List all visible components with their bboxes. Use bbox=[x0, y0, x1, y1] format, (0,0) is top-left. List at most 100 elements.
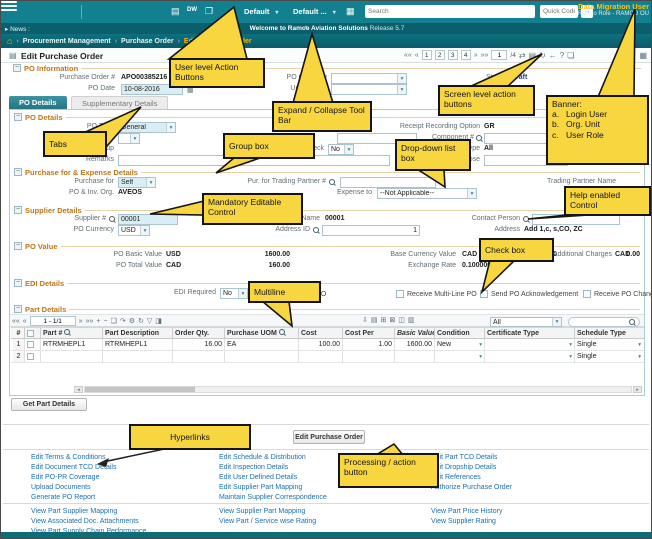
search-input[interactable] bbox=[365, 5, 535, 18]
hyperlink[interactable]: Edit PO-PR Coverage bbox=[31, 473, 116, 483]
grid-column-filter-dropdown[interactable]: All▾ bbox=[490, 317, 562, 327]
breadcrumb-item[interactable]: Edit Purchase Order bbox=[184, 38, 252, 45]
cell-purchase-uom[interactable] bbox=[225, 351, 299, 362]
cell-order-qty[interactable] bbox=[173, 351, 225, 362]
hamburger-menu-icon[interactable] bbox=[1, 1, 17, 13]
cell-cost[interactable] bbox=[299, 351, 343, 362]
hyperlink[interactable]: View Supplier Rating bbox=[431, 517, 502, 527]
chevron-down-icon[interactable]: ▾ bbox=[130, 134, 139, 143]
grid-download-icon[interactable]: ⇩ bbox=[362, 316, 368, 324]
refresh-icon[interactable]: ↻ bbox=[539, 51, 546, 60]
edit-purchase-order-button[interactable]: Edit Purchase Order bbox=[293, 430, 365, 444]
grid-view-icon[interactable]: ▦ bbox=[639, 51, 647, 60]
cell-condition-dropdown[interactable]: ▾ bbox=[435, 351, 485, 362]
row-checkbox[interactable] bbox=[27, 341, 34, 348]
page-1-button[interactable]: 1 bbox=[422, 50, 432, 60]
grid-last-icon[interactable]: »» bbox=[86, 318, 94, 325]
col-basic-value[interactable]: Basic Value bbox=[395, 328, 435, 338]
collapse-section-icon[interactable]: − bbox=[14, 242, 22, 250]
swap-icon[interactable]: ⇄ bbox=[519, 51, 526, 60]
collapse-section-icon[interactable]: − bbox=[14, 113, 22, 121]
help-icon[interactable]: ? bbox=[560, 51, 564, 60]
cell-schedule-dropdown[interactable]: Single▾ bbox=[575, 339, 643, 350]
cell-schedule-dropdown[interactable]: Single▾ bbox=[575, 351, 643, 362]
cell-certificate-dropdown[interactable]: ▾ bbox=[485, 351, 575, 362]
chevron-down-icon[interactable]: ▾ bbox=[479, 354, 482, 360]
col-select-all[interactable] bbox=[25, 328, 41, 338]
grid-settings-icon[interactable]: ⚙ bbox=[129, 317, 135, 325]
hyperlink[interactable]: Edit Dropship Details bbox=[431, 463, 512, 473]
grid-pager[interactable]: 1 - 1/1 bbox=[30, 316, 76, 326]
grid-filter-icon[interactable]: ▽ bbox=[147, 317, 152, 325]
tab-po-details[interactable]: PO Details bbox=[9, 96, 67, 109]
cell-part-description[interactable]: RTRMHEPL1 bbox=[103, 339, 173, 350]
checkbox[interactable] bbox=[396, 290, 404, 298]
chevron-down-icon[interactable]: ▾ bbox=[569, 354, 572, 360]
collapse-section-icon[interactable]: − bbox=[14, 206, 22, 214]
cell-part[interactable]: RTRMHEPL1 bbox=[41, 339, 103, 350]
hyperlink[interactable]: View Part Price History bbox=[431, 507, 502, 517]
chevron-down-icon[interactable]: ▾ bbox=[569, 342, 572, 348]
po-type-dropdown[interactable]: General▾ bbox=[118, 122, 176, 133]
hyperlink[interactable]: Edit Terms & Conditions bbox=[31, 453, 116, 463]
cell-cost-per[interactable]: 1.00 bbox=[343, 339, 395, 350]
trading-partner-input[interactable] bbox=[340, 177, 436, 188]
col-purchase-uom[interactable]: Purchase UOM bbox=[225, 328, 299, 338]
cell-certificate-dropdown[interactable]: ▾ bbox=[485, 339, 575, 350]
chevron-down-icon[interactable]: ▾ bbox=[146, 178, 155, 187]
grid-export5-icon[interactable]: ▥ bbox=[408, 316, 415, 324]
hyperlink[interactable]: Edit Inspection Details bbox=[219, 463, 327, 473]
supplier-lens-icon[interactable] bbox=[109, 216, 116, 224]
hyperlink[interactable]: Maintain Supplier Correspondence bbox=[219, 493, 327, 503]
chevron-down-icon[interactable]: ▾ bbox=[397, 85, 406, 94]
select-all-checkbox[interactable] bbox=[27, 330, 34, 337]
hscroll-right-icon[interactable]: ▸ bbox=[633, 386, 642, 393]
col-part[interactable]: Part # bbox=[41, 328, 103, 338]
current-page-input[interactable] bbox=[491, 50, 507, 60]
col-order-qty[interactable]: Order Qty. bbox=[173, 328, 225, 338]
cell-order-qty[interactable]: 16.00 bbox=[173, 339, 225, 350]
cell-purchase-uom[interactable]: EA bbox=[225, 339, 299, 350]
add-row-icon[interactable]: + bbox=[96, 318, 100, 325]
edi-required-dropdown[interactable]: No▾ bbox=[220, 288, 248, 299]
grid-export2-icon[interactable]: ⊞ bbox=[381, 316, 387, 324]
get-part-details-button[interactable]: Get Part Details bbox=[11, 398, 87, 411]
user-status-dropdown[interactable]: ▾ bbox=[331, 84, 407, 95]
grid-first-icon[interactable]: «« bbox=[12, 318, 20, 325]
trading-partner-lens-icon[interactable] bbox=[329, 179, 336, 187]
col-schedule-type[interactable]: Schedule Type bbox=[575, 328, 643, 338]
purchase-for-dropdown[interactable]: Self▾ bbox=[118, 177, 156, 188]
hyperlink[interactable]: Edit Document TCD Details bbox=[31, 463, 116, 473]
back-icon[interactable]: ← bbox=[549, 51, 557, 60]
grid-prev-icon[interactable]: « bbox=[23, 318, 27, 325]
paste-row-icon[interactable]: ↷ bbox=[120, 317, 126, 325]
report-icon[interactable]: ▤ bbox=[171, 6, 180, 17]
toolbar-collapse-icon[interactable]: ˄ bbox=[304, 25, 308, 32]
col-part-description[interactable]: Part Description bbox=[103, 328, 173, 338]
scrollbar-thumb[interactable] bbox=[85, 387, 195, 392]
cell-part[interactable] bbox=[41, 351, 103, 362]
po-currency-dropdown[interactable]: USD▾ bbox=[118, 225, 150, 236]
hyperlink[interactable]: View Supplier Part Mapping bbox=[219, 507, 316, 517]
hyperlink[interactable]: Generate PO Report bbox=[31, 493, 116, 503]
print-icon[interactable]: ▤ bbox=[529, 51, 537, 60]
chevron-down-icon[interactable]: ▾ bbox=[552, 318, 561, 326]
hyperlink[interactable]: Edit Supplier Part Mapping bbox=[219, 483, 327, 493]
dw-icon[interactable]: DW bbox=[187, 7, 197, 13]
hyperlink[interactable]: Edit Part TCD Details bbox=[431, 453, 512, 463]
breadcrumb-item[interactable]: Procurement Management bbox=[23, 38, 111, 45]
col-cost[interactable]: Cost bbox=[299, 328, 343, 338]
expense-to-dropdown[interactable]: --Not Applicable--▾ bbox=[377, 188, 477, 199]
contact-person-lens-icon[interactable] bbox=[523, 216, 530, 224]
screen-doc-icon[interactable]: ❏ bbox=[567, 51, 574, 60]
delete-row-icon[interactable]: − bbox=[104, 318, 108, 325]
default-dropdown-1[interactable]: Default▾ bbox=[244, 7, 278, 16]
chevron-down-icon[interactable]: ▾ bbox=[638, 342, 641, 348]
home-icon[interactable]: ⌂ bbox=[7, 36, 12, 46]
chevron-down-icon[interactable]: ▾ bbox=[467, 189, 476, 198]
hyperlink[interactable]: Authorize Purchase Order bbox=[431, 483, 512, 493]
hyperlink[interactable]: Upload Documents bbox=[31, 483, 116, 493]
chevron-down-icon[interactable]: ▾ bbox=[638, 354, 641, 360]
search-lens-icon[interactable] bbox=[629, 319, 636, 327]
collapse-section-icon[interactable]: − bbox=[14, 168, 22, 176]
